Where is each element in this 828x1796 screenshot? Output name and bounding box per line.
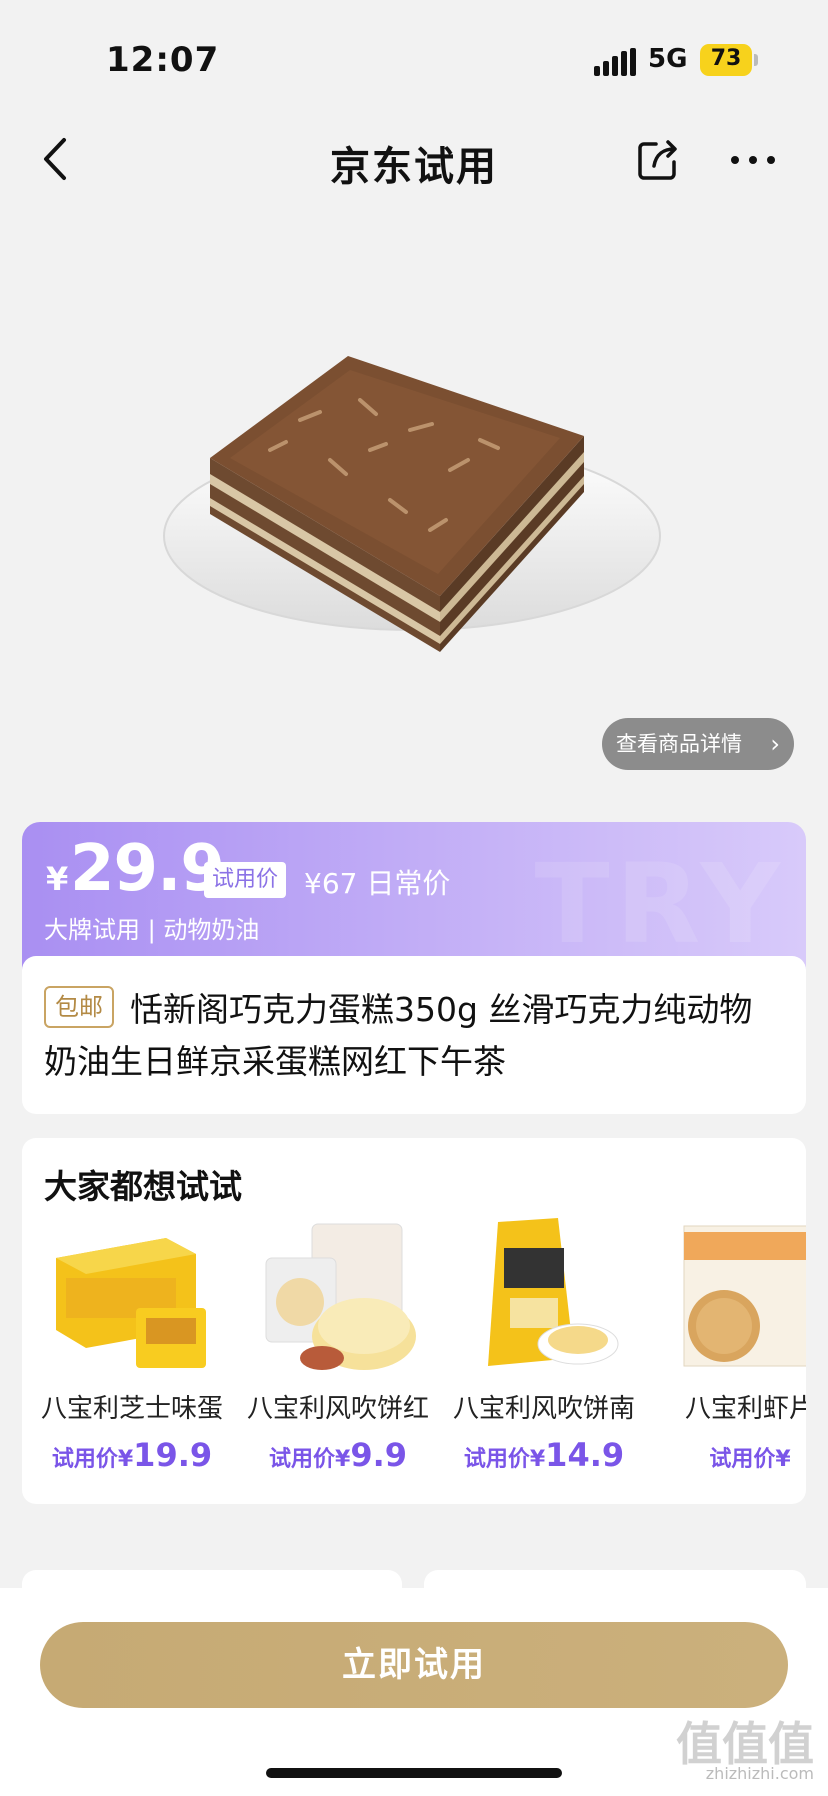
recommend-item-name: 八宝利虾片 xyxy=(684,1394,806,1424)
recommendations-title: 大家都想试试 xyxy=(44,1167,242,1206)
recommend-item-price: 试用价¥14.9 xyxy=(463,1436,625,1474)
trial-price: 29.9 xyxy=(70,832,225,906)
regular-price: ¥67 日常价 xyxy=(304,867,451,900)
recommend-item-price: 试用价¥ xyxy=(709,1447,791,1472)
product-title: 恬新阁巧克力蛋糕350g 丝滑巧克力纯动物奶油生日鲜京采蛋糕网红下午茶 xyxy=(44,990,753,1081)
recommendations-section: 大家都想试试 八宝利芝士味蛋 试用价¥19.9 八宝利风吹饼红 试用价¥9.9 xyxy=(22,1138,806,1504)
bottom-action-bar: 立即试用 值值值 zhizhizhi.com xyxy=(0,1588,828,1796)
recommend-item-price: 试用价¥19.9 xyxy=(51,1436,213,1474)
try-watermark: TRY xyxy=(534,840,786,968)
recommend-item[interactable]: 八宝利风吹饼红 试用价¥9.9 xyxy=(238,1218,438,1478)
product-thumbnail xyxy=(56,1238,206,1368)
battery-icon: 73 xyxy=(700,44,758,76)
view-details-label: 查看商品详情 xyxy=(616,732,742,756)
recommend-item[interactable]: 八宝利虾片 试用价¥ xyxy=(650,1218,806,1478)
site-watermark-url: zhizhizhi.com xyxy=(705,1764,814,1783)
network-label: 5G xyxy=(648,44,688,74)
product-title-card: 恬新阁巧克力蛋糕350g 丝滑巧克力纯动物奶油生日鲜京采蛋糕网红下午茶 包邮 xyxy=(22,956,806,1114)
status-bar: 12:07 5G 73 xyxy=(0,0,828,120)
product-thumbnail xyxy=(488,1218,619,1366)
recommend-item-name: 八宝利芝士味蛋 xyxy=(40,1394,223,1424)
trial-price-badge: 试用价 xyxy=(204,862,287,898)
nav-bar: 京东试用 xyxy=(0,120,828,200)
product-image xyxy=(163,356,661,652)
price-currency: ¥ xyxy=(46,860,69,898)
recommend-item[interactable]: 八宝利芝士味蛋 试用价¥19.9 xyxy=(32,1218,232,1478)
product-tags: 大牌试用 | 动物奶油 xyxy=(44,916,260,944)
status-time: 12:07 xyxy=(106,40,220,80)
try-now-button[interactable]: 立即试用 xyxy=(40,1622,788,1708)
view-details-button[interactable]: 查看商品详情 › xyxy=(602,718,794,770)
share-icon[interactable] xyxy=(634,136,682,184)
signal-icon xyxy=(594,48,636,76)
recommend-item-price: 试用价¥9.9 xyxy=(269,1436,407,1474)
battery-level: 73 xyxy=(710,46,742,71)
recommend-item-name: 八宝利风吹饼红 xyxy=(246,1394,429,1424)
free-shipping-badge: 包邮 xyxy=(44,986,114,1028)
recommend-item[interactable]: 八宝利风吹饼南 试用价¥14.9 xyxy=(444,1218,644,1478)
product-thumbnail xyxy=(683,1225,806,1367)
page-title: 京东试用 xyxy=(330,144,498,190)
product-thumbnail xyxy=(265,1223,416,1370)
more-icon[interactable] xyxy=(726,136,780,184)
chevron-right-icon: › xyxy=(770,730,780,758)
home-indicator[interactable] xyxy=(266,1768,562,1778)
recommend-item-name: 八宝利风吹饼南 xyxy=(452,1394,635,1424)
